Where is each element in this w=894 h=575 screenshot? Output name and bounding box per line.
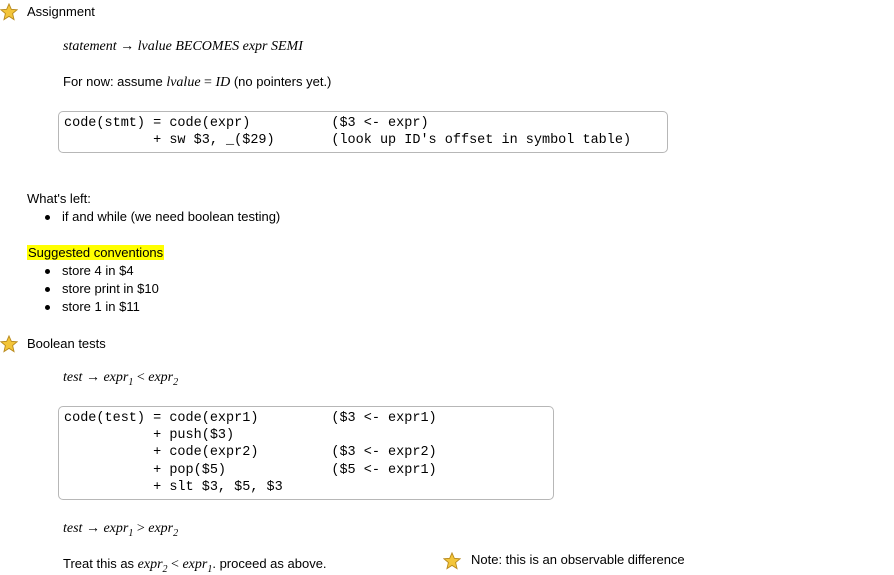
math-id: ID [215,75,231,90]
list-item: store 1 in $11 [42,298,159,316]
assignment-note: For now: assume lvalue = ID (no pointers… [63,74,331,91]
math-expr: expr [103,370,129,385]
rule-lhs: test [63,521,83,536]
math-expr: expr [137,557,163,572]
list-item: if and while (we need boolean testing) [42,208,280,226]
whats-left-heading: What's left: [27,191,91,206]
whats-left-list: if and while (we need boolean testing) [42,208,280,226]
arrow-symbol: → [120,39,135,54]
rule-rhs: lvalue BECOMES expr SEMI [137,39,303,54]
code-line: + sw $3, _($29) (look up ID's offset in … [64,133,632,148]
code-line: code(test) = code(expr1) ($3 <- expr1) [64,411,437,426]
greater-than-rule: test → expr1 > expr2 [63,521,178,539]
rule-lhs: test [63,370,83,385]
rule-lhs: statement [63,39,117,54]
math-expr: expr [148,521,174,536]
math-expr: expr [148,370,174,385]
list-item: store 4 in $4 [42,262,159,280]
treat-suffix: . proceed as above. [212,556,327,571]
math-subscript: 1 [128,376,134,388]
arrow-symbol: → [85,370,100,385]
observable-difference-note: Note: this is an observable difference [471,552,685,567]
boolean-tests-heading: Boolean tests [27,336,106,351]
star-icon [0,335,18,353]
code-line: + code(expr2) ($3 <- expr2) [64,445,437,460]
assignment-code-box: code(stmt) = code(expr) ($3 <- expr) + s… [58,111,668,153]
math-subscript: 2 [173,527,179,539]
math-lvalue: lvalue [166,75,201,90]
assignment-grammar-rule: statement → lvalue BECOMES expr SEMI [63,39,303,55]
arrow-symbol: → [85,521,100,536]
math-operator: < [136,370,145,385]
math-operator: < [171,557,179,572]
conventions-heading: Suggested conventions [27,245,165,260]
less-than-rule: test → expr1 < expr2 [63,370,178,388]
conventions-list: store 4 in $4 store print in $10 store 1… [42,262,159,316]
math-subscript: 2 [173,376,179,388]
math-expr: expr [103,521,129,536]
note-prefix: For now: assume [63,74,167,89]
treat-prefix: Treat this as [63,556,138,571]
assignment-heading: Assignment [27,4,95,19]
star-icon [443,552,461,570]
star-icon [0,3,18,21]
boolean-code-box: code(test) = code(expr1) ($3 <- expr1) +… [58,406,554,500]
math-expr: expr [182,557,208,572]
math-subscript: 2 [162,563,168,575]
note-suffix: (no pointers yet.) [230,74,332,89]
lvalue-equation: lvalue = ID [166,75,230,90]
code-line: + pop($5) ($5 <- expr1) [64,463,437,478]
code-line: code(stmt) = code(expr) ($3 <- expr) [64,116,429,131]
treat-as-text: Treat this as expr2 < expr1. proceed as … [63,556,327,575]
math-subscript: 1 [128,527,134,539]
code-line: + push($3) [64,428,235,443]
code-line: + slt $3, $5, $3 [64,480,283,495]
math-equals: = [204,75,212,90]
math-operator: > [136,521,145,536]
treat-equation: expr2 < expr1 [137,557,213,575]
list-item: store print in $10 [42,280,159,298]
